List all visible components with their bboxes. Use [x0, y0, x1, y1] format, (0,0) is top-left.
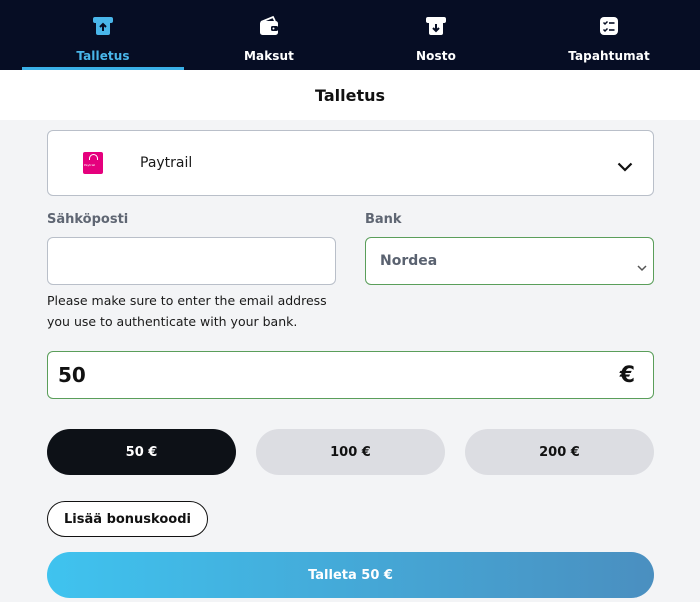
transactions-icon — [597, 14, 621, 38]
payment-method-name: Paytrail — [140, 155, 193, 171]
tab-tapahtumat[interactable]: Tapahtumat — [518, 0, 700, 70]
quick-amount-200-button[interactable]: 200 € — [465, 429, 654, 475]
email-hint: Please make sure to enter the email addr… — [47, 293, 327, 329]
wallet-icon — [257, 14, 281, 38]
withdraw-icon — [424, 14, 448, 38]
tab-label: Nosto — [416, 49, 456, 63]
page-header: Talletus — [0, 70, 700, 120]
currency-symbol: € — [619, 362, 635, 388]
bank-value: Nordea — [380, 253, 438, 269]
payment-method-select[interactable]: Paytrail — [47, 130, 654, 196]
deposit-submit-button[interactable]: Talleta 50 € — [47, 552, 654, 598]
tab-label: Tapahtumat — [568, 49, 650, 63]
email-label: Sähköposti — [47, 212, 129, 227]
tab-maksut[interactable]: Maksut — [184, 0, 354, 70]
tab-talletus[interactable]: Talletus — [0, 0, 184, 70]
amount-value: 50 — [58, 363, 86, 387]
quick-amount-100-button[interactable]: 100 € — [256, 429, 445, 475]
amount-input[interactable]: 50 € — [47, 351, 654, 399]
bank-label: Bank — [365, 212, 402, 227]
deposit-icon — [91, 14, 115, 38]
quick-amount-50-button[interactable]: 50 € — [47, 429, 236, 475]
paytrail-logo — [83, 152, 103, 174]
tab-label: Maksut — [243, 49, 295, 63]
bonus-code-button[interactable]: Lisää bonuskoodi — [47, 501, 208, 537]
page-title: Talletus — [314, 85, 386, 105]
tab-nosto[interactable]: Nosto — [354, 0, 518, 70]
bank-select[interactable]: Nordea — [365, 237, 654, 285]
tab-label: Talletus — [76, 49, 130, 63]
chevron-down-icon — [617, 157, 633, 176]
chevron-down-icon — [637, 257, 647, 276]
top-navigation: Talletus Maksut Nosto Tapahtumat — [0, 0, 700, 70]
email-field[interactable] — [47, 237, 336, 285]
